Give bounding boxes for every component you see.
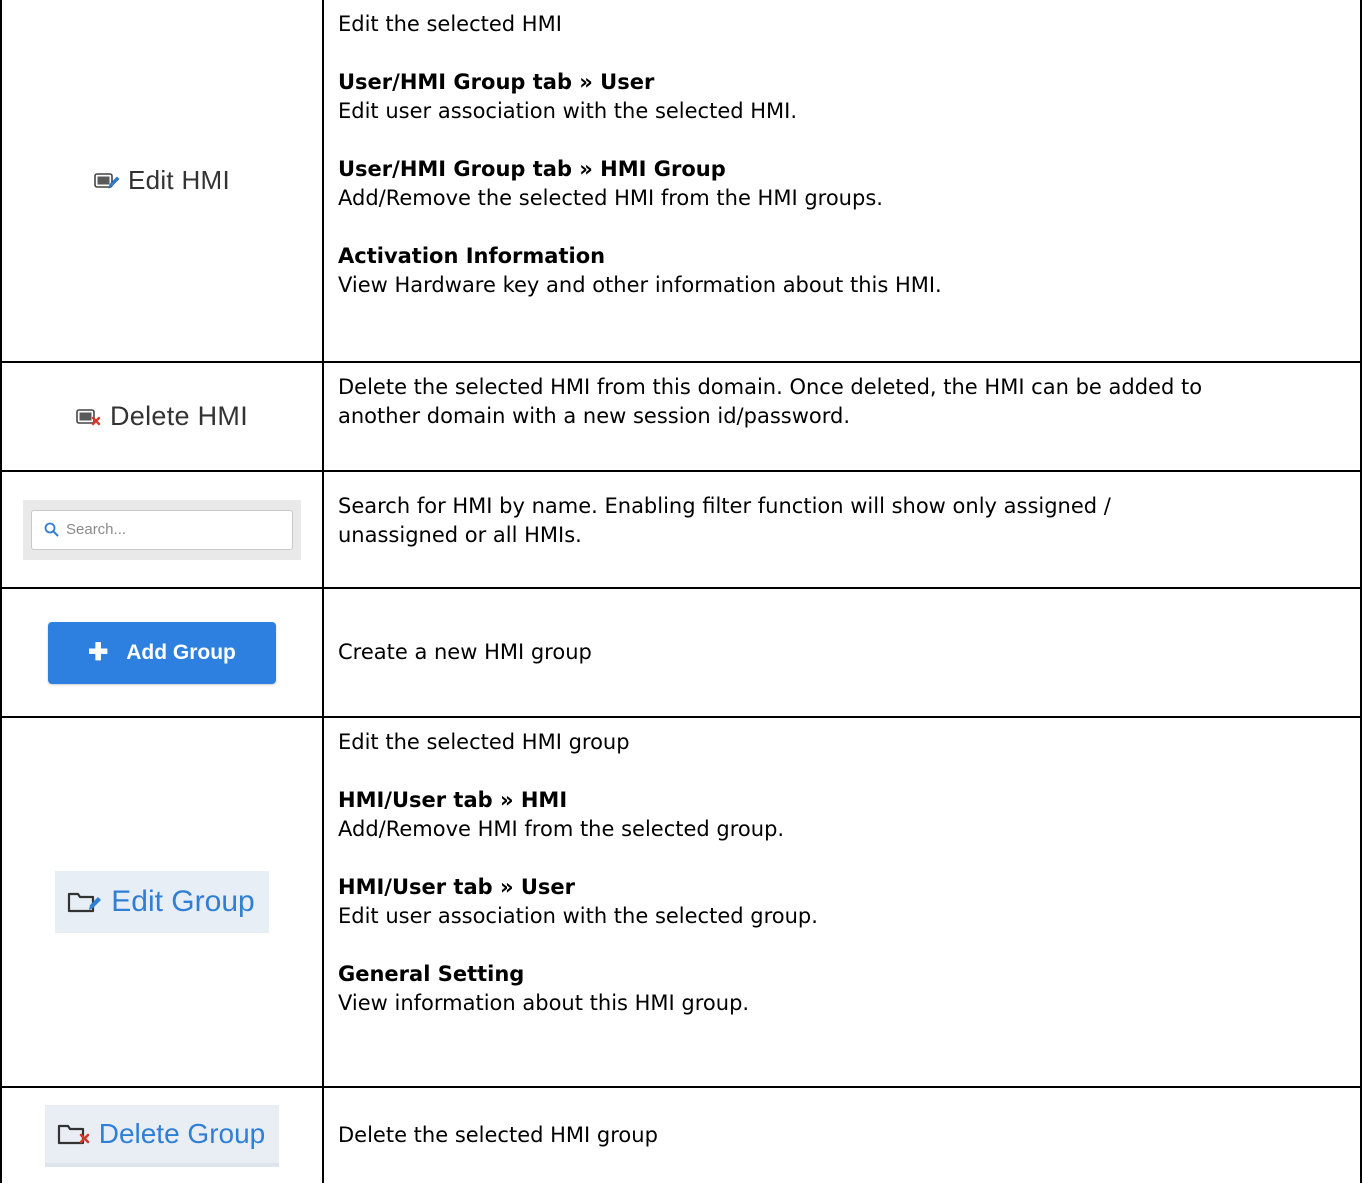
description-cell: Edit the selected HMI User/HMI Group tab…: [322, 0, 1362, 363]
delete-hmi-icon: [76, 408, 101, 425]
edit-hmi-button[interactable]: Edit HMI: [94, 165, 230, 196]
description-line: Add/Remove HMI from the selected group.: [338, 817, 785, 841]
widget-cell: ✚ Add Group: [0, 587, 324, 718]
description-line: Search for HMI by name. Enabling filter …: [338, 494, 1111, 518]
description-line: Create a new HMI group: [338, 640, 592, 664]
description-line: View information about this HMI group.: [338, 991, 750, 1015]
widget-cell: Search...: [0, 470, 324, 589]
description-cell: Create a new HMI group: [322, 587, 1362, 718]
table-row: Delete Group Delete the selected HMI gro…: [0, 1086, 1362, 1183]
delete-hmi-label: Delete HMI: [109, 401, 249, 431]
edit-group-button[interactable]: Edit Group: [55, 871, 269, 933]
search-widget: Search...: [23, 499, 301, 560]
section-heading: HMI/User tab » User: [338, 875, 575, 899]
search-input[interactable]: Search...: [31, 509, 293, 550]
widget-cell: Delete HMI: [0, 361, 324, 472]
edit-hmi-label: Edit HMI: [127, 165, 231, 195]
description-line: Edit the selected HMI: [338, 12, 562, 36]
description-cell: Search for HMI by name. Enabling filter …: [322, 470, 1362, 589]
edit-hmi-icon: [94, 172, 120, 189]
description-line: another domain with a new session id/pas…: [338, 404, 850, 428]
search-icon: [44, 522, 59, 537]
description-cell: Edit the selected HMI group HMI/User tab…: [322, 716, 1362, 1088]
description-line: Edit user association with the selected …: [338, 904, 818, 928]
delete-group-label: Delete Group: [98, 1117, 266, 1149]
widget-cell: Delete Group: [0, 1086, 324, 1183]
edit-folder-icon: [68, 892, 102, 913]
section-heading: User/HMI Group tab » HMI Group: [338, 157, 726, 181]
add-group-button[interactable]: ✚ Add Group: [48, 621, 276, 684]
description-line: Add/Remove the selected HMI from the HMI…: [338, 186, 883, 210]
description-line: Delete the selected HMI group: [338, 1123, 658, 1147]
section-heading: General Setting: [338, 962, 525, 986]
description-line: Delete the selected HMI from this domain…: [338, 375, 1203, 399]
section-heading: HMI/User tab » HMI: [338, 788, 568, 812]
description-cell: Delete the selected HMI group: [322, 1086, 1362, 1183]
description-line: View Hardware key and other information …: [338, 273, 942, 297]
widget-cell: Edit HMI: [0, 0, 324, 363]
edit-group-label: Edit Group: [111, 885, 255, 918]
plus-icon: ✚: [88, 639, 109, 666]
section-heading: User/HMI Group tab » User: [338, 70, 655, 94]
description-cell: Delete the selected HMI from this domain…: [322, 361, 1362, 472]
widget-cell: Edit Group: [0, 716, 324, 1088]
table-row: Delete HMI Delete the selected HMI from …: [0, 361, 1362, 472]
delete-group-button[interactable]: Delete Group: [44, 1104, 280, 1167]
delete-folder-icon: [57, 1124, 90, 1144]
add-group-label: Add Group: [126, 640, 236, 664]
delete-hmi-button[interactable]: Delete HMI: [76, 401, 248, 432]
hmi-function-table: Edit HMI Edit the selected HMI User/HMI …: [0, 0, 1362, 1183]
table-row: Edit Group Edit the selected HMI group H…: [0, 716, 1362, 1088]
description-line: Edit the selected HMI group: [338, 730, 630, 754]
section-heading: Activation Information: [338, 244, 606, 268]
description-line: Edit user association with the selected …: [338, 99, 798, 123]
table-row: Edit HMI Edit the selected HMI User/HMI …: [0, 0, 1362, 363]
table-row: ✚ Add Group Create a new HMI group: [0, 587, 1362, 718]
table-row: Search... Search for HMI by name. Enabli…: [0, 470, 1362, 589]
description-line: unassigned or all HMIs.: [338, 523, 582, 547]
search-placeholder: Search...: [66, 521, 127, 538]
